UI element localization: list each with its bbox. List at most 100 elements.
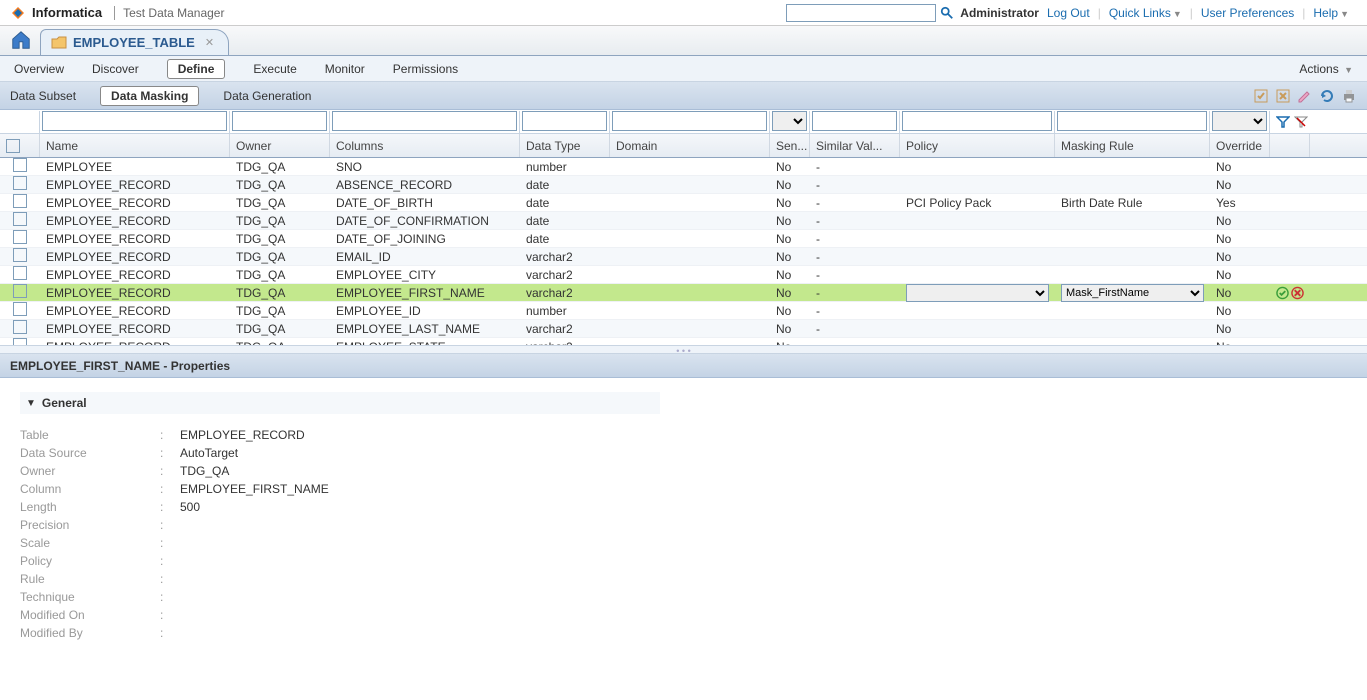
quick-links-menu[interactable]: Quick Links▼ [1109, 6, 1182, 20]
col-header-override[interactable]: Override [1210, 134, 1270, 157]
col-header-name[interactable]: Name [40, 134, 230, 157]
property-row: Data Source:AutoTarget [20, 444, 1347, 462]
tab-define[interactable]: Define [167, 59, 226, 79]
tab-monitor[interactable]: Monitor [325, 62, 365, 76]
user-preferences-link[interactable]: User Preferences [1201, 6, 1294, 20]
table-row[interactable]: EMPLOYEE_RECORDTDG_QAEMPLOYEE_STATEvarch… [0, 338, 1367, 346]
chevron-down-icon: ▼ [1173, 9, 1182, 19]
filter-domain[interactable] [612, 111, 767, 131]
table-row[interactable]: EMPLOYEE_RECORDTDG_QAEMAIL_IDvarchar2No-… [0, 248, 1367, 266]
row-checkbox[interactable] [13, 320, 27, 334]
property-row: Column:EMPLOYEE_FIRST_NAME [20, 480, 1347, 498]
property-label: Technique [20, 590, 160, 604]
col-header-domain[interactable]: Domain [610, 134, 770, 157]
search-icon[interactable] [940, 6, 954, 20]
subtab-data-generation[interactable]: Data Generation [223, 89, 311, 103]
property-value: EMPLOYEE_FIRST_NAME [180, 482, 329, 496]
tab-overview[interactable]: Overview [14, 62, 64, 76]
table-header: Name Owner Columns Data Type Domain Sen.… [0, 134, 1367, 158]
filter-row [0, 110, 1367, 134]
row-checkbox[interactable] [13, 284, 27, 298]
subtab-data-masking[interactable]: Data Masking [100, 86, 199, 106]
col-header-rule[interactable]: Masking Rule [1055, 134, 1210, 157]
row-checkbox[interactable] [13, 266, 27, 280]
logout-link[interactable]: Log Out [1047, 6, 1090, 20]
clear-icon[interactable] [1275, 88, 1291, 104]
clear-filter-icon[interactable] [1294, 115, 1308, 129]
help-menu[interactable]: Help▼ [1313, 6, 1349, 20]
define-subtabs: Data Subset Data Masking Data Generation [0, 82, 1367, 110]
property-label: Data Source [20, 446, 160, 460]
close-icon[interactable]: ✕ [205, 36, 214, 49]
current-user[interactable]: Administrator [960, 6, 1039, 20]
actions-menu[interactable]: Actions ▼ [1299, 62, 1353, 76]
property-row: Technique: [20, 588, 1347, 606]
property-label: Modified By [20, 626, 160, 640]
filter-icon[interactable] [1276, 115, 1290, 129]
filter-rule[interactable] [1057, 111, 1207, 131]
property-row: Policy: [20, 552, 1347, 570]
filter-columns[interactable] [332, 111, 517, 131]
filter-sensitive[interactable] [772, 111, 807, 131]
brand-name: Informatica [32, 5, 102, 20]
row-checkbox[interactable] [13, 158, 27, 172]
row-checkbox[interactable] [13, 212, 27, 226]
table-row[interactable]: EMPLOYEE_RECORDTDG_QAEMPLOYEE_LAST_NAMEv… [0, 320, 1367, 338]
refresh-icon[interactable] [1319, 88, 1335, 104]
col-header-sensitive[interactable]: Sen... [770, 134, 810, 157]
product-name: Test Data Manager [114, 6, 224, 20]
property-label: Scale [20, 536, 160, 550]
filter-override[interactable] [1212, 111, 1267, 131]
print-icon[interactable] [1341, 88, 1357, 104]
row-checkbox[interactable] [13, 194, 27, 208]
property-row: Table:EMPLOYEE_RECORD [20, 426, 1347, 444]
edit-icon[interactable] [1297, 88, 1313, 104]
property-value: TDG_QA [180, 464, 229, 478]
section-general[interactable]: ▼ General [20, 392, 660, 414]
tab-permissions[interactable]: Permissions [393, 62, 458, 76]
select-all-checkbox[interactable] [6, 139, 20, 153]
col-header-datatype[interactable]: Data Type [520, 134, 610, 157]
col-header-similar[interactable]: Similar Val... [810, 134, 900, 157]
policy-select[interactable] [906, 284, 1049, 302]
subtab-data-subset[interactable]: Data Subset [10, 89, 76, 103]
table-row[interactable]: EMPLOYEE_RECORDTDG_QAEMPLOYEE_FIRST_NAME… [0, 284, 1367, 302]
document-tab[interactable]: EMPLOYEE_TABLE ✕ [40, 29, 229, 55]
global-search-input[interactable] [786, 4, 936, 22]
rule-select[interactable]: Mask_FirstName [1061, 284, 1204, 302]
table-row[interactable]: EMPLOYEE_RECORDTDG_QAABSENCE_RECORDdateN… [0, 176, 1367, 194]
table-row[interactable]: EMPLOYEE_RECORDTDG_QADATE_OF_BIRTHdateNo… [0, 194, 1367, 212]
row-checkbox[interactable] [13, 302, 27, 316]
row-checkbox[interactable] [13, 230, 27, 244]
assign-icon[interactable] [1253, 88, 1269, 104]
property-value: 500 [180, 500, 200, 514]
property-row: Precision: [20, 516, 1347, 534]
row-checkbox[interactable] [13, 338, 27, 346]
document-tab-label: EMPLOYEE_TABLE [73, 35, 195, 50]
table-row[interactable]: EMPLOYEE_RECORDTDG_QADATE_OF_CONFIRMATIO… [0, 212, 1367, 230]
row-checkbox[interactable] [13, 248, 27, 262]
property-label: Table [20, 428, 160, 442]
splitter-handle[interactable]: • • • [0, 346, 1367, 354]
confirm-icon[interactable] [1276, 286, 1289, 300]
filter-similar[interactable] [812, 111, 897, 131]
filter-datatype[interactable] [522, 111, 607, 131]
col-header-policy[interactable]: Policy [900, 134, 1055, 157]
tab-execute[interactable]: Execute [253, 62, 296, 76]
home-icon[interactable] [10, 29, 32, 51]
filter-policy[interactable] [902, 111, 1052, 131]
col-header-columns[interactable]: Columns [330, 134, 520, 157]
top-bar: Informatica Test Data Manager Administra… [0, 0, 1367, 26]
table-row[interactable]: EMPLOYEE_RECORDTDG_QAEMPLOYEE_CITYvarcha… [0, 266, 1367, 284]
col-header-owner[interactable]: Owner [230, 134, 330, 157]
filter-owner[interactable] [232, 111, 327, 131]
table-row[interactable]: EMPLOYEE_RECORDTDG_QAEMPLOYEE_IDnumberNo… [0, 302, 1367, 320]
table-row[interactable]: EMPLOYEE_RECORDTDG_QADATE_OF_JOININGdate… [0, 230, 1367, 248]
property-label: Rule [20, 572, 160, 586]
cancel-icon[interactable] [1291, 286, 1304, 300]
tab-discover[interactable]: Discover [92, 62, 139, 76]
property-value: AutoTarget [180, 446, 238, 460]
row-checkbox[interactable] [13, 176, 27, 190]
table-row[interactable]: EMPLOYEETDG_QASNOnumberNo-No [0, 158, 1367, 176]
filter-name[interactable] [42, 111, 227, 131]
